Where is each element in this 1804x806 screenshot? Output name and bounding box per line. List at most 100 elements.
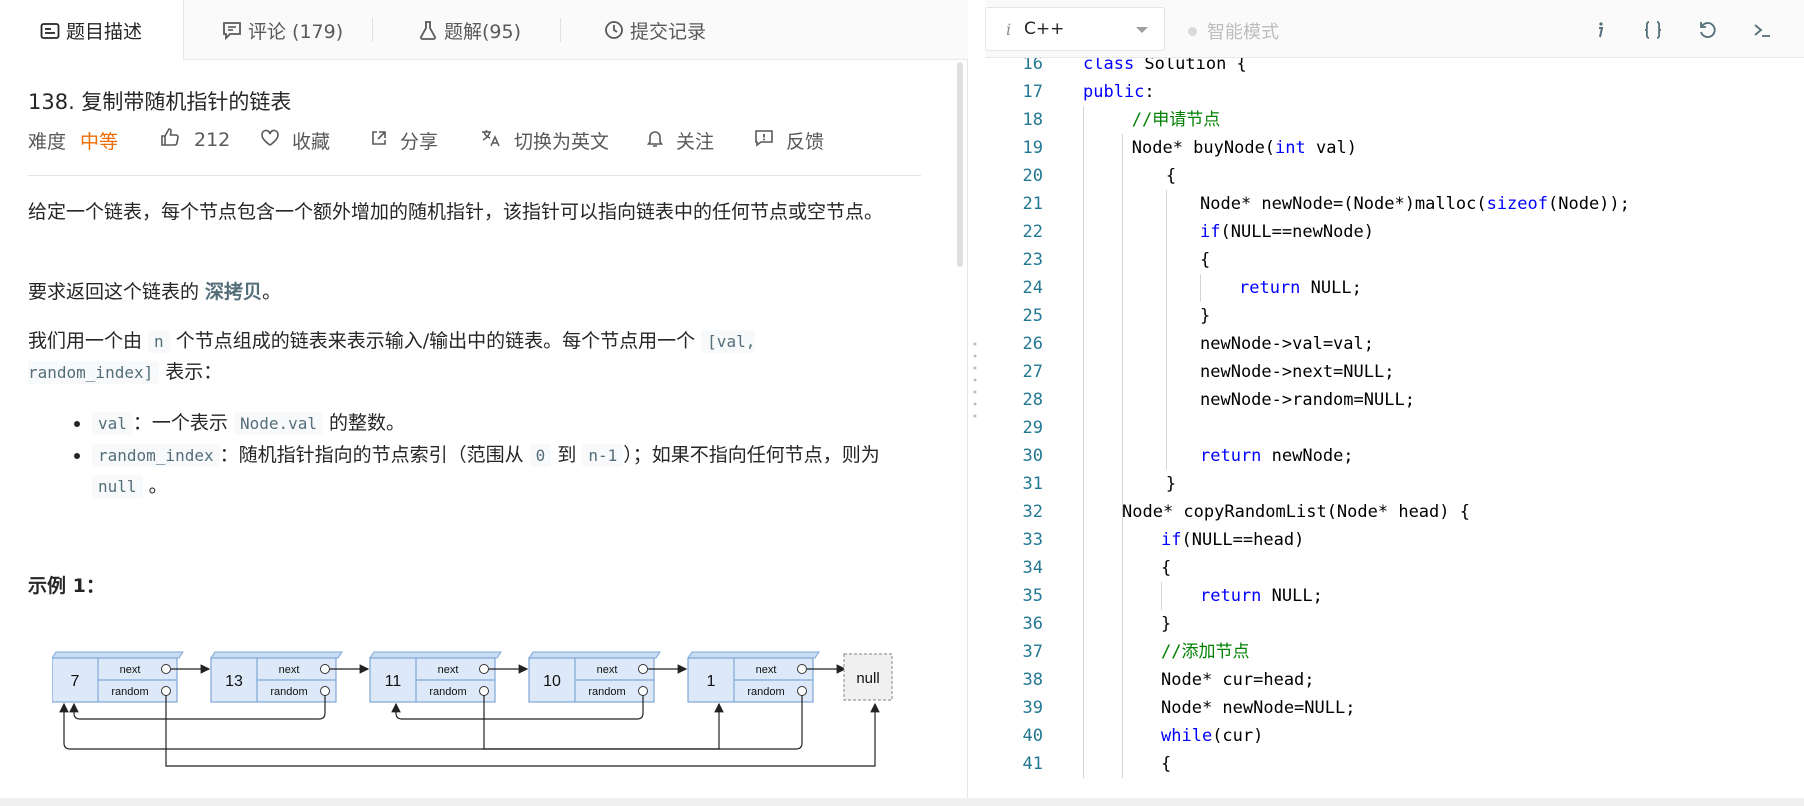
problem-title: 138. 复制带随机指针的链表	[28, 90, 292, 114]
code-text: }	[1161, 614, 1172, 634]
tab-description[interactable]: 题目描述	[0, 0, 184, 61]
line-number: 29	[1022, 418, 1043, 438]
switch-language-button[interactable]: 切换为英文	[480, 127, 609, 154]
translate-icon	[480, 128, 502, 153]
node-top-face	[528, 651, 661, 659]
code-text: }	[1200, 306, 1211, 326]
code-text: while(cur)	[1161, 726, 1264, 746]
flask-icon	[418, 20, 438, 40]
random-arrow	[165, 695, 880, 767]
text: 个节点组成的链表来表示输入/输出中的链表。每个节点用一个	[169, 330, 702, 352]
code-text: newNode->random=NULL;	[1200, 390, 1415, 410]
code-editor[interactable]: 16 class Solution {17 public: 18 //申请节点 19 Nod…	[985, 58, 1804, 798]
code-text: newNode->val=val;	[1200, 334, 1374, 354]
language-value: C++	[1024, 19, 1065, 39]
code-text: newNode->next=NULL;	[1200, 362, 1395, 382]
line-number: 18	[1022, 110, 1043, 130]
like-button[interactable]: 212	[160, 127, 230, 152]
feedback-icon	[754, 128, 774, 153]
code-text: return NULL;	[1200, 586, 1323, 606]
code-line[interactable]: 31}	[985, 470, 1804, 498]
next-label: next	[597, 664, 618, 676]
code-line[interactable]: 37 //添加节点	[985, 638, 1804, 666]
panel-resize-handle[interactable]	[973, 340, 977, 420]
code-line[interactable]: 30 return newNode;	[985, 442, 1804, 470]
code-line[interactable]: 20 {	[985, 162, 1804, 190]
code-line[interactable]: 22 if(NULL==newNode)	[985, 218, 1804, 246]
code-line[interactable]: 27 newNode->next=NULL;	[985, 358, 1804, 386]
code-line[interactable]: 25}	[985, 302, 1804, 330]
feedback-button[interactable]: 反馈	[754, 127, 824, 154]
random-pointer-dot	[797, 686, 807, 696]
format-code-icon[interactable]	[1639, 16, 1667, 44]
tab-label: 评论 (179)	[248, 20, 344, 43]
code-line[interactable]: 33 if(NULL==head)	[985, 526, 1804, 554]
random-pointer-dot	[479, 686, 489, 696]
code-line[interactable]: 26 newNode->val=val;	[985, 330, 1804, 358]
random-label: random	[429, 686, 466, 698]
random-label: random	[588, 686, 625, 698]
follow-button[interactable]: 关注	[646, 127, 714, 154]
scrollbar-thumb[interactable]	[957, 62, 963, 267]
tab-comments[interactable]: 评论 (179)	[222, 0, 343, 60]
code-line[interactable]: 38 Node* cur=head;	[985, 666, 1804, 694]
code-line[interactable]: 29	[985, 414, 1804, 442]
text: 我们用一个由	[28, 330, 149, 352]
info-icon[interactable]	[1586, 16, 1614, 44]
text: ：一个表示	[132, 412, 234, 434]
smart-mode-toggle[interactable]: 智能模式	[1188, 18, 1279, 44]
deep-copy-term: 深拷贝	[205, 281, 263, 303]
inline-code: random_index	[92, 444, 220, 467]
tab-submissions[interactable]: 提交记录	[604, 0, 706, 60]
code-line[interactable]: 24 return NULL;	[985, 274, 1804, 302]
code-text: return NULL;	[1239, 278, 1362, 298]
line-number: 32	[1022, 502, 1043, 522]
language-select[interactable]: i C++	[985, 7, 1165, 51]
code-line[interactable]: 41 {	[985, 750, 1804, 778]
share-label: 分享	[400, 131, 439, 153]
text: 到	[551, 444, 583, 466]
tab-solutions[interactable]: 题解(95)	[418, 0, 521, 60]
code-text: Node* newNode=NULL;	[1161, 698, 1356, 718]
reset-icon[interactable]	[1694, 16, 1722, 44]
next-label: next	[120, 664, 141, 676]
indent-guide	[1122, 134, 1123, 778]
line-number: 24	[1022, 278, 1043, 298]
description-paragraph-3: 我们用一个由 n 个节点组成的链表来表示输入/输出中的链表。每个节点用一个 [v…	[28, 326, 828, 388]
code-line[interactable]: 35 return NULL;	[985, 582, 1804, 610]
code-line[interactable]: 16 class Solution {	[985, 58, 1804, 78]
next-pointer-dot	[479, 664, 489, 674]
problem-panel: 题目描述 评论 (179) 题解(95) 提交记录 138. 复制带随机指针的链…	[0, 0, 977, 798]
console-icon[interactable]	[1748, 16, 1776, 44]
code-line[interactable]: 17 public:	[985, 78, 1804, 106]
code-line[interactable]: 19 Node* buyNode(int val)	[985, 134, 1804, 162]
share-button[interactable]: 分享	[370, 127, 438, 154]
code-line[interactable]: 18 //申请节点	[985, 106, 1804, 134]
clock-icon	[604, 20, 624, 40]
line-number: 19	[1022, 138, 1043, 158]
inline-code: val	[92, 412, 133, 435]
code-line[interactable]: 28 newNode->random=NULL;	[985, 386, 1804, 414]
text: 表示：	[159, 361, 223, 383]
favorite-button[interactable]: 收藏	[260, 127, 330, 154]
code-line[interactable]: 32 Node* copyRandomList(Node* head) {	[985, 498, 1804, 526]
code-line[interactable]: 21 Node* newNode=(Node*)malloc(sizeof(Nod…	[985, 190, 1804, 218]
tab-bar: 题目描述 评论 (179) 题解(95) 提交记录	[0, 0, 968, 61]
code-line[interactable]: 39 Node* newNode=NULL;	[985, 694, 1804, 722]
code-text: //添加节点	[1161, 642, 1250, 662]
random-label: random	[747, 686, 784, 698]
next-label: next	[279, 664, 300, 676]
text: ）；如果不指向任何节点，则为	[623, 444, 880, 466]
code-line[interactable]: 34 {	[985, 554, 1804, 582]
node-value: 7	[71, 673, 80, 690]
line-number: 37	[1022, 642, 1043, 662]
tab-label: 题目描述	[66, 21, 143, 43]
node-top-face	[687, 651, 820, 659]
code-text: {	[1161, 754, 1172, 774]
code-line[interactable]: 40 while(cur)	[985, 722, 1804, 750]
tab-divider	[372, 18, 373, 42]
code-line[interactable]: 23 {	[985, 246, 1804, 274]
inline-code: n-1	[582, 444, 624, 467]
line-number: 26	[1022, 334, 1043, 354]
code-line[interactable]: 36}	[985, 610, 1804, 638]
